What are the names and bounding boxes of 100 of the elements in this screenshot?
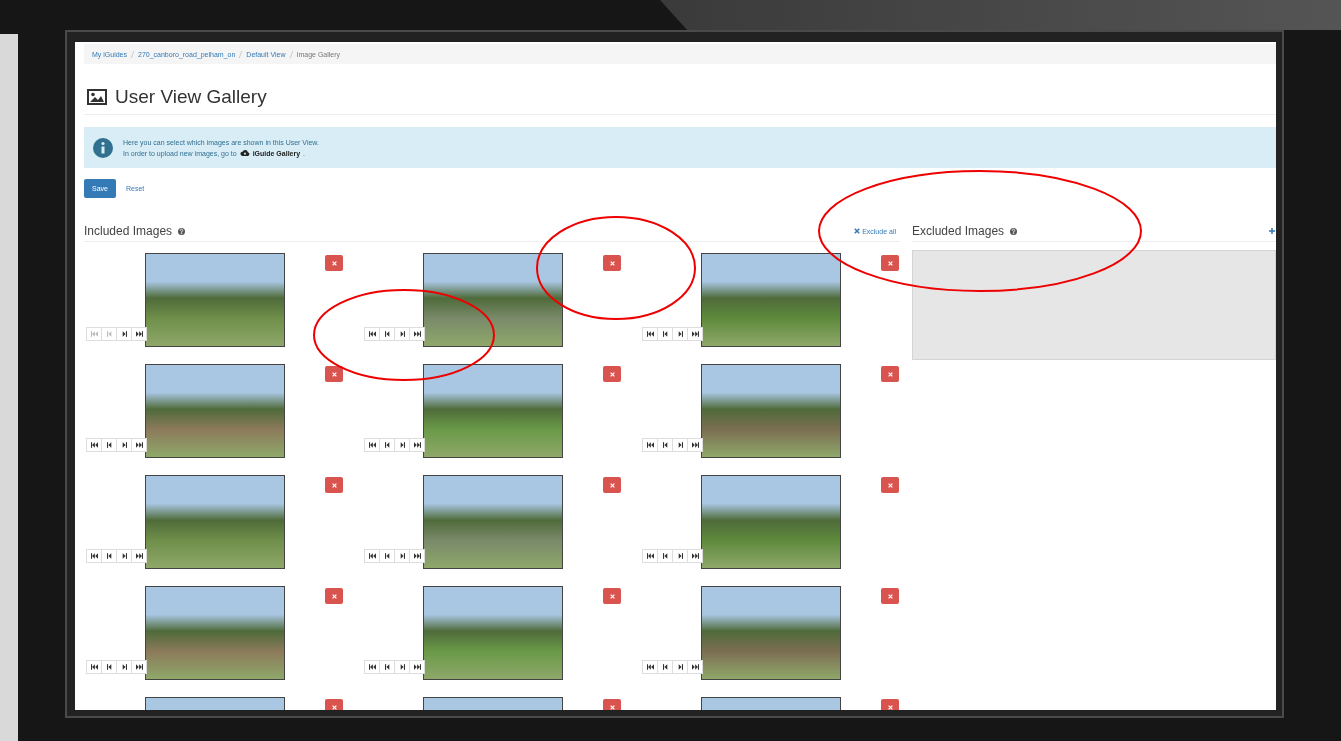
remove-button[interactable] bbox=[881, 477, 899, 493]
plus-icon[interactable] bbox=[1269, 228, 1275, 234]
close-icon bbox=[331, 593, 337, 599]
move-first-button[interactable] bbox=[364, 438, 380, 452]
photo-placeholder[interactable] bbox=[145, 586, 285, 680]
move-last-button[interactable] bbox=[131, 549, 147, 563]
remove-button[interactable] bbox=[325, 477, 343, 493]
move-last-button[interactable] bbox=[687, 438, 703, 452]
remove-button[interactable] bbox=[881, 255, 899, 271]
photo-placeholder[interactable] bbox=[701, 475, 841, 569]
move-next-button[interactable] bbox=[116, 660, 132, 674]
photo-placeholder[interactable] bbox=[145, 475, 285, 569]
move-next-button[interactable] bbox=[672, 438, 688, 452]
help-icon[interactable] bbox=[178, 227, 186, 235]
photo-placeholder[interactable] bbox=[701, 253, 841, 347]
skip-first-icon bbox=[646, 664, 654, 670]
move-last-button[interactable] bbox=[131, 660, 147, 674]
remove-button[interactable] bbox=[325, 366, 343, 382]
move-first-button[interactable] bbox=[364, 549, 380, 563]
close-icon bbox=[331, 482, 337, 488]
photo-placeholder[interactable] bbox=[701, 586, 841, 680]
remove-button[interactable] bbox=[603, 366, 621, 382]
move-first-button[interactable] bbox=[642, 327, 658, 341]
move-next-button[interactable] bbox=[116, 327, 132, 341]
move-last-button[interactable] bbox=[687, 660, 703, 674]
move-last-button[interactable] bbox=[687, 327, 703, 341]
move-next-button[interactable] bbox=[394, 549, 410, 563]
move-last-button[interactable] bbox=[409, 438, 425, 452]
move-first-button[interactable] bbox=[86, 660, 102, 674]
close-icon bbox=[887, 593, 893, 599]
move-next-button[interactable] bbox=[672, 660, 688, 674]
move-last-button[interactable] bbox=[687, 549, 703, 563]
move-last-button[interactable] bbox=[409, 549, 425, 563]
move-first-button[interactable] bbox=[364, 660, 380, 674]
move-first-button[interactable] bbox=[642, 549, 658, 563]
close-icon bbox=[887, 482, 893, 488]
move-previous-button[interactable] bbox=[101, 549, 117, 563]
move-last-button[interactable] bbox=[131, 438, 147, 452]
skip-last-icon bbox=[135, 331, 143, 337]
close-icon bbox=[609, 704, 615, 710]
photo-placeholder[interactable] bbox=[145, 364, 285, 458]
remove-button[interactable] bbox=[603, 255, 621, 271]
move-previous-button[interactable] bbox=[379, 660, 395, 674]
move-previous-button[interactable] bbox=[379, 327, 395, 341]
move-first-button[interactable] bbox=[364, 327, 380, 341]
move-previous-button[interactable] bbox=[657, 660, 673, 674]
move-last-button[interactable] bbox=[131, 327, 147, 341]
move-last-button[interactable] bbox=[409, 327, 425, 341]
move-first-button[interactable] bbox=[86, 549, 102, 563]
move-first-button[interactable] bbox=[642, 660, 658, 674]
remove-button[interactable] bbox=[881, 588, 899, 604]
info-icon bbox=[93, 137, 113, 158]
close-icon bbox=[609, 260, 615, 266]
step-forward-icon bbox=[121, 442, 127, 448]
help-icon[interactable] bbox=[1010, 227, 1018, 235]
skip-last-icon bbox=[413, 442, 421, 448]
section-title: Included Images bbox=[84, 224, 173, 238]
remove-button[interactable] bbox=[603, 477, 621, 493]
move-next-button[interactable] bbox=[116, 549, 132, 563]
move-first-button[interactable] bbox=[642, 438, 658, 452]
skip-last-icon bbox=[691, 664, 699, 670]
step-forward-icon bbox=[677, 553, 683, 559]
photo-placeholder[interactable] bbox=[145, 253, 285, 347]
skip-last-icon bbox=[691, 331, 699, 337]
move-last-button[interactable] bbox=[409, 660, 425, 674]
step-forward-icon bbox=[399, 553, 405, 559]
move-previous-button[interactable] bbox=[657, 549, 673, 563]
remove-button[interactable] bbox=[603, 588, 621, 604]
photo-placeholder[interactable] bbox=[423, 586, 563, 680]
move-next-button[interactable] bbox=[116, 438, 132, 452]
move-next-button[interactable] bbox=[394, 660, 410, 674]
move-first-button[interactable] bbox=[86, 438, 102, 452]
photo-placeholder[interactable] bbox=[423, 364, 563, 458]
photo-placeholder[interactable] bbox=[423, 253, 563, 347]
move-next-button[interactable] bbox=[672, 549, 688, 563]
move-previous-button[interactable] bbox=[657, 327, 673, 341]
remove-button[interactable] bbox=[881, 366, 899, 382]
cloud-upload-icon bbox=[239, 149, 250, 157]
step-back-icon bbox=[662, 553, 668, 559]
skip-first-icon bbox=[646, 442, 654, 448]
move-previous-button[interactable] bbox=[101, 438, 117, 452]
move-next-button[interactable] bbox=[672, 327, 688, 341]
close-icon bbox=[609, 482, 615, 488]
photo-placeholder[interactable] bbox=[701, 364, 841, 458]
move-next-button[interactable] bbox=[394, 438, 410, 452]
skip-first-icon bbox=[90, 664, 98, 670]
move-previous-button[interactable] bbox=[379, 438, 395, 452]
remove-button[interactable] bbox=[325, 588, 343, 604]
close-icon bbox=[887, 704, 893, 710]
close-icon bbox=[609, 371, 615, 377]
move-previous-button[interactable] bbox=[657, 438, 673, 452]
move-previous-button[interactable] bbox=[101, 660, 117, 674]
step-back-icon bbox=[662, 331, 668, 337]
photo-placeholder[interactable] bbox=[423, 475, 563, 569]
skip-last-icon bbox=[413, 553, 421, 559]
skip-first-icon bbox=[368, 442, 376, 448]
move-previous-button[interactable] bbox=[379, 549, 395, 563]
remove-button[interactable] bbox=[325, 255, 343, 271]
move-next-button[interactable] bbox=[394, 327, 410, 341]
step-back-icon bbox=[106, 664, 112, 670]
